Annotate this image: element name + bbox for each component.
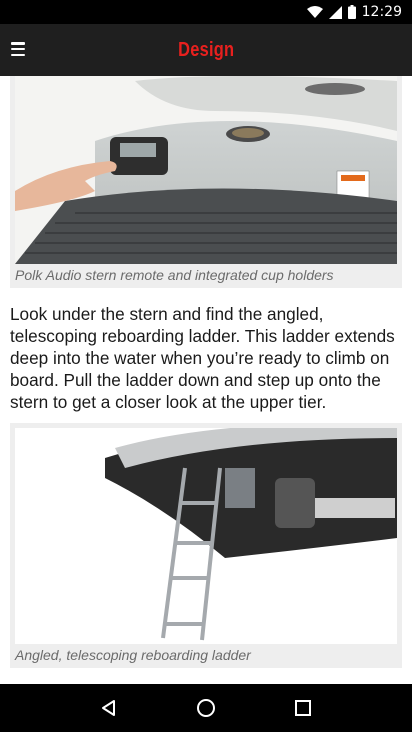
status-bar: 12:29 <box>0 0 412 24</box>
figure-caption: Angled, telescoping reboarding ladder <box>15 647 251 663</box>
signal-icon <box>328 5 342 19</box>
reboarding-ladder-image <box>15 428 397 644</box>
app-bar: Design <box>0 24 412 76</box>
wifi-icon <box>306 5 323 19</box>
page-title: Design <box>177 38 235 61</box>
figure-reboarding-ladder: Angled, telescoping reboarding ladder <box>10 423 402 668</box>
recents-icon[interactable] <box>283 688 323 728</box>
stern-remote-image <box>15 76 397 264</box>
article-paragraph: Look under the stern and find the angled… <box>10 304 395 412</box>
status-time: 12:29 <box>361 4 402 20</box>
back-icon[interactable] <box>89 688 129 728</box>
hamburger-menu-icon[interactable] <box>11 42 25 56</box>
figure-stern-remote: Polk Audio stern remote and integrated c… <box>10 76 402 288</box>
figure-caption: Polk Audio stern remote and integrated c… <box>15 267 334 283</box>
battery-icon <box>347 5 356 19</box>
system-nav-bar <box>0 684 412 732</box>
home-icon[interactable] <box>186 688 226 728</box>
article-content[interactable]: Polk Audio stern remote and integrated c… <box>0 76 412 684</box>
